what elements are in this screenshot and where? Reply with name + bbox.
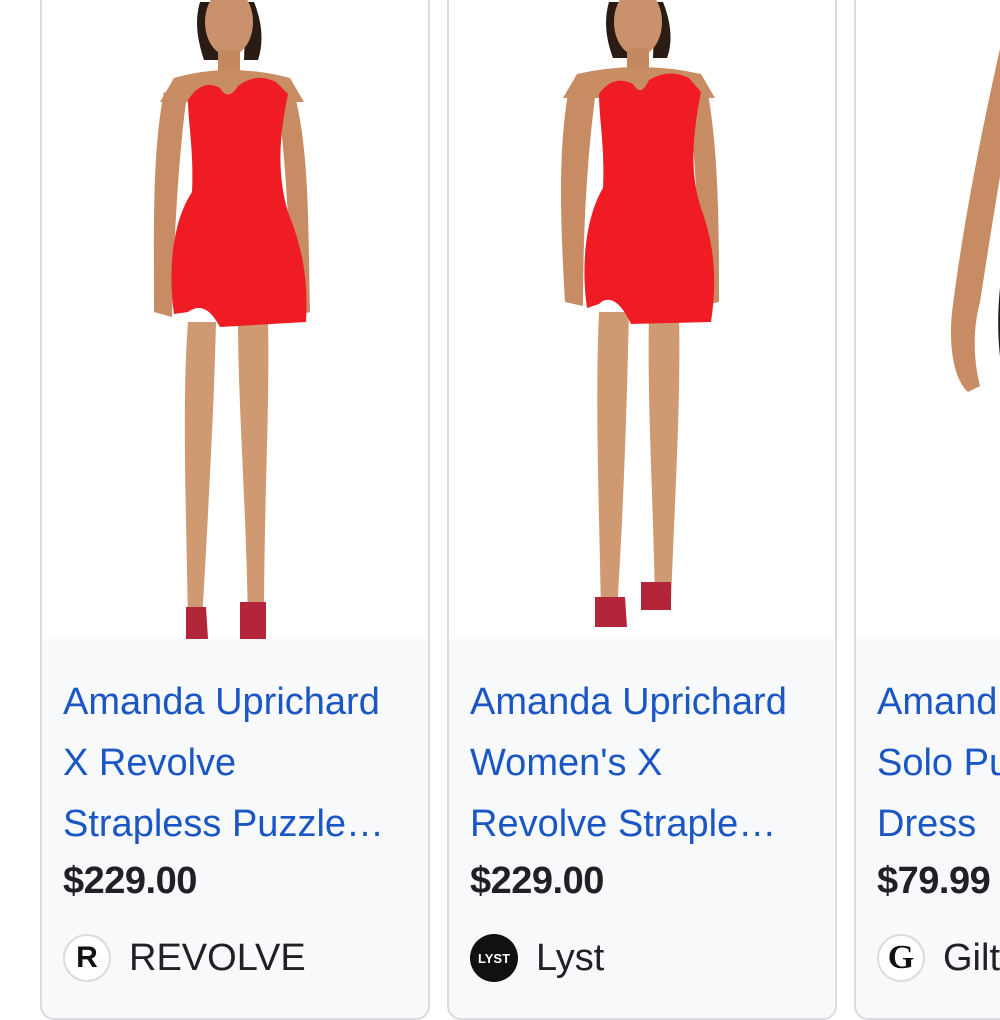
product-title-line: Women's X — [470, 742, 663, 784]
store-name: REVOLVE — [129, 936, 306, 979]
product-price: $79.99 — [877, 860, 991, 902]
store-info: R REVOLVE — [63, 932, 306, 984]
gilt-logo-icon: G — [877, 934, 925, 982]
store-name: Lyst — [536, 936, 605, 979]
store-name: Gilt — [943, 936, 1000, 979]
product-title-line: Amanda Uprichard — [470, 681, 787, 723]
product-title-link[interactable]: Amanda Uprichard Women's X Revolve Strap… — [470, 672, 830, 855]
product-title-line: Amanda Uprichard — [63, 681, 380, 723]
product-image[interactable] — [449, 0, 835, 639]
product-image[interactable] — [42, 0, 428, 639]
product-title-line: X Revolve — [63, 742, 237, 784]
product-title-line: Revolve Straple… — [470, 803, 777, 845]
product-image[interactable] — [856, 0, 1000, 639]
product-card[interactable]: Amand Solo Pu Dress $79.99 G Gilt — [854, 0, 1000, 1020]
product-title-line: Amand — [877, 681, 998, 723]
product-title-link[interactable]: Amanda Uprichard X Revolve Strapless Puz… — [63, 672, 423, 855]
store-info: LYST Lyst — [470, 932, 604, 984]
product-title-line: Solo Pu — [877, 742, 1000, 784]
lyst-logo-icon: LYST — [470, 934, 518, 982]
product-card[interactable]: Amanda Uprichard X Revolve Strapless Puz… — [40, 0, 430, 1020]
store-info: G Gilt — [877, 932, 1000, 984]
revolve-logo-icon: R — [63, 934, 111, 982]
product-price: $229.00 — [470, 860, 604, 902]
product-price: $229.00 — [63, 860, 197, 902]
product-title-link[interactable]: Amand Solo Pu Dress — [877, 672, 1000, 855]
product-card[interactable]: Amanda Uprichard Women's X Revolve Strap… — [447, 0, 837, 1020]
product-title-line: Dress — [877, 803, 977, 845]
product-title-line: Strapless Puzzle… — [63, 803, 385, 845]
